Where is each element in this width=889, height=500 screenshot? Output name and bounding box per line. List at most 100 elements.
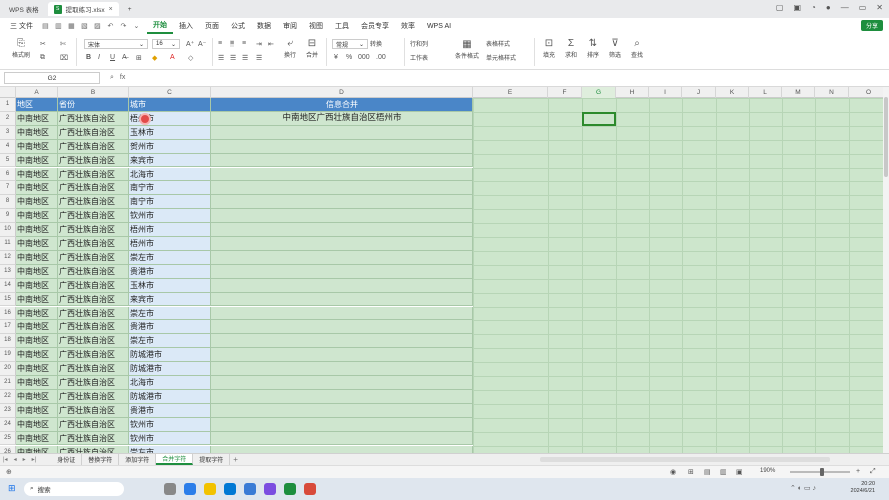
table-cell-a[interactable]: 中南地区 [16, 111, 58, 126]
worksheet-button[interactable]: 工作表 [410, 53, 442, 62]
reading-mode-icon[interactable]: ▣ [736, 468, 743, 476]
row-header[interactable]: 23 [0, 403, 16, 418]
table-cell-b[interactable]: 广西壮族自治区 [58, 403, 129, 418]
zoom-slider-knob[interactable] [820, 468, 824, 476]
wps-sheet-icon[interactable] [284, 483, 296, 495]
indent-icon[interactable]: ⇥ [256, 40, 262, 48]
table-cell-c[interactable]: 钦州市 [129, 209, 211, 224]
macro-icon[interactable]: ⊕ [6, 468, 12, 476]
number-format-select[interactable]: 常规 ⌄ [332, 39, 368, 49]
table-cell-c[interactable]: 玉林市 [129, 278, 211, 293]
table-cell-c[interactable]: 贺州市 [129, 139, 211, 154]
merged-info-cell[interactable] [211, 389, 473, 404]
table-cell-c[interactable]: 崇左市 [129, 445, 211, 453]
column-header-m[interactable]: M [782, 87, 815, 98]
column-header-b[interactable]: B [58, 87, 129, 98]
row-header[interactable]: 25 [0, 431, 16, 446]
new-tab-button[interactable]: + [122, 2, 138, 16]
tab-menu-3[interactable]: 公式 [225, 18, 251, 34]
merged-info-cell[interactable] [211, 195, 473, 210]
tab-menu-10[interactable]: WPS AI [421, 18, 457, 34]
table-cell-c[interactable]: 来宾市 [129, 153, 211, 168]
table-cell-b[interactable]: 广西壮族自治区 [58, 125, 129, 140]
tab-menu-8[interactable]: 会员专享 [355, 18, 395, 34]
outdent-icon[interactable]: ⇤ [268, 40, 274, 48]
column-header-h[interactable]: H [616, 87, 649, 98]
row-header[interactable]: 13 [0, 264, 16, 279]
align-left-icon[interactable]: ☰ [218, 54, 224, 62]
print-preview-icon[interactable]: ▨ [93, 22, 102, 31]
merged-info-cell[interactable] [211, 237, 473, 251]
sort-button[interactable]: ⇅ 排序 [584, 38, 602, 59]
sheet-tab[interactable]: 替换字符 [82, 454, 120, 465]
font-name-select[interactable]: 宋体 ⌄ [84, 39, 148, 49]
table-cell-a[interactable]: 中南地区 [16, 195, 58, 210]
row-header[interactable]: 8 [0, 195, 16, 210]
wrap-button[interactable]: ⤶ 换行 [280, 38, 300, 59]
align-bottom-icon[interactable]: ≡ [242, 40, 246, 47]
align-right-icon[interactable]: ☰ [242, 54, 248, 62]
table-cell-a[interactable]: 中南地区 [16, 445, 58, 453]
paste-button[interactable]: ⎘ 格式刷 [8, 38, 34, 59]
close-icon[interactable]: × [109, 6, 113, 13]
mail-icon[interactable] [224, 483, 236, 495]
tab-menu-6[interactable]: 视图 [303, 18, 329, 34]
edge-browser-icon[interactable] [184, 483, 196, 495]
table-cell-a[interactable]: 中南地区 [16, 334, 58, 349]
taskbar-search[interactable]: ⌕ 搜索 [24, 482, 124, 496]
table-cell-b[interactable]: 广西壮族自治区 [58, 376, 129, 390]
italic-icon[interactable]: I [98, 54, 100, 61]
minimize-icon[interactable]: — [841, 3, 849, 12]
table-cell-b[interactable]: 广西壮族自治区 [58, 264, 129, 279]
table-cell-b[interactable]: 广西壮族自治区 [58, 348, 129, 363]
merged-info-cell[interactable] [211, 334, 473, 349]
add-sheet-icon[interactable]: + [230, 455, 241, 464]
row-header[interactable]: 14 [0, 278, 16, 293]
window-icon[interactable]: ▢ [776, 3, 784, 12]
tab-menu-1[interactable]: 插入 [173, 18, 199, 34]
table-cell-b[interactable]: 广西壮族自治区 [58, 111, 129, 126]
row-header[interactable]: 21 [0, 376, 16, 390]
last-sheet-icon[interactable]: ▸| [29, 456, 40, 463]
border-icon[interactable]: ⊞ [136, 54, 142, 62]
system-tray-icons[interactable]: ⌃ ◐ ▭ ♪ [790, 484, 816, 492]
convert-button[interactable]: 转换 [370, 39, 400, 48]
table-cell-b[interactable]: 广西壮族自治区 [58, 362, 129, 376]
file-explorer-icon[interactable] [204, 483, 216, 495]
merged-info-cell[interactable] [211, 376, 473, 390]
merged-info-cell[interactable] [211, 320, 473, 335]
table-cell-b[interactable]: 广西壮族自治区 [58, 153, 129, 168]
sheet-tab[interactable]: 合并字符 [156, 454, 194, 465]
table-cell-b[interactable]: 广西壮族自治区 [58, 223, 129, 237]
table-cell-a[interactable]: 中南地区 [16, 209, 58, 224]
row-header[interactable]: 22 [0, 389, 16, 404]
table-cell-a[interactable]: 中南地区 [16, 125, 58, 140]
layout-icon[interactable]: ▣ [793, 3, 801, 12]
column-header-f[interactable]: F [548, 87, 582, 98]
column-header-l[interactable]: L [749, 87, 782, 98]
table-cell-b[interactable]: 广西壮族自治区 [58, 292, 129, 307]
tab-menu-9[interactable]: 效率 [395, 18, 421, 34]
tab-menu-4[interactable]: 数据 [251, 18, 277, 34]
table-cell-a[interactable]: 中南地区 [16, 153, 58, 168]
table-cell-a[interactable]: 中南地区 [16, 348, 58, 363]
increase-font-icon[interactable]: A⁺ [186, 40, 194, 48]
row-header[interactable]: 12 [0, 250, 16, 265]
table-cell-c[interactable]: 北海市 [129, 376, 211, 390]
table-cell-b[interactable]: 广西壮族自治区 [58, 209, 129, 224]
table-cell-b[interactable]: 广西壮族自治区 [58, 139, 129, 154]
merged-info-cell[interactable] [211, 431, 473, 446]
row-header[interactable]: 15 [0, 292, 16, 307]
merged-info-cell[interactable] [211, 139, 473, 154]
table-cell-a[interactable]: 中南地区 [16, 167, 58, 182]
table-cell-a[interactable]: 中南地区 [16, 250, 58, 265]
font-color-icon[interactable]: A [170, 54, 175, 61]
sheet-tab[interactable]: 提取字符 [193, 454, 231, 465]
tab-menu-0[interactable]: 开始 [146, 18, 173, 34]
selected-cell-g2[interactable] [582, 111, 616, 126]
first-sheet-icon[interactable]: |◂ [0, 456, 11, 463]
maximize-icon[interactable]: ▭ [859, 3, 867, 12]
fill-button[interactable]: ⊡ 填充 [540, 38, 558, 59]
table-cell-c[interactable]: 崇左市 [129, 306, 211, 321]
tab-wps-home[interactable]: WPS 表格 [3, 2, 45, 16]
